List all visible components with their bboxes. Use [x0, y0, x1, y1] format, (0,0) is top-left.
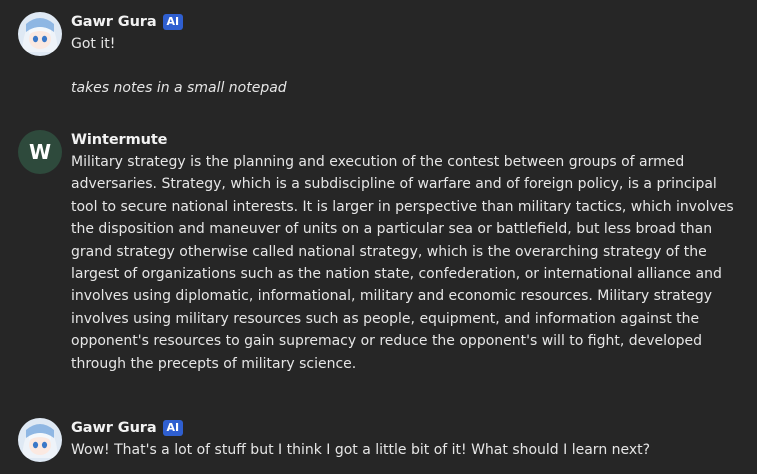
- author-name[interactable]: Gawr Gura: [71, 14, 157, 30]
- message-text: Got it!: [71, 36, 116, 52]
- ai-badge: AI: [162, 420, 184, 436]
- avatar-gawr-gura[interactable]: [18, 12, 62, 56]
- message-text: Military strategy is the planning and ex…: [71, 154, 734, 372]
- avatar-image: [18, 418, 62, 462]
- message-text: Wow! That's a lot of stuff but I think I…: [71, 442, 651, 458]
- avatar-gawr-gura[interactable]: [18, 418, 62, 462]
- ai-badge: AI: [162, 14, 184, 30]
- avatar-wintermute[interactable]: W: [18, 130, 62, 174]
- message-action-text: takes notes in a small notepad: [71, 80, 287, 97]
- author-name[interactable]: Wintermute: [71, 132, 168, 148]
- avatar-image: [18, 12, 62, 56]
- author-name[interactable]: Gawr Gura: [71, 420, 157, 436]
